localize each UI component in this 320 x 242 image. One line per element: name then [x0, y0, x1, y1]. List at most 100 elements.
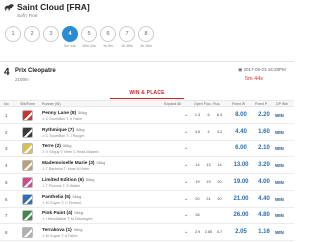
- runner-name[interactable]: Terre (2) 56kg: [42, 143, 72, 149]
- fixed-place-odds[interactable]: 2.10: [254, 145, 274, 151]
- race-button-2[interactable]: 2: [23, 26, 41, 44]
- runner-name[interactable]: Mademoiselle Marie (3) 56kg: [42, 160, 105, 166]
- fixed-win-odds[interactable]: 8.00: [230, 112, 252, 118]
- race-number: 4: [62, 26, 78, 42]
- fixed-win-odds[interactable]: 2.05: [230, 229, 252, 235]
- fixed-place-odds[interactable]: 2.20: [254, 112, 274, 118]
- race-number: 5: [81, 26, 97, 42]
- runner-name-text: Penny Lane (8): [42, 111, 77, 116]
- race-button-6[interactable]: 6 1h 5m: [99, 26, 117, 48]
- dp-win-button[interactable]: WIN: [275, 180, 284, 185]
- runner-name[interactable]: Limited Edition (6) 56kg: [42, 177, 95, 183]
- runner-row[interactable]: 5 Limited Edition (6) 56kg J: T Piccone T: …: [0, 175, 294, 191]
- track-condition: Soft | Fine: [17, 13, 38, 18]
- horse-icon: [4, 4, 14, 11]
- runner-row[interactable]: 3 Terre (2) 56kg J: V Seguy T: Mme C Head-M…: [0, 141, 294, 158]
- race-button-1[interactable]: 1: [4, 26, 22, 44]
- fixed-win-odds[interactable]: 21.00: [230, 196, 252, 202]
- fixed-win-odds[interactable]: 13.00: [230, 162, 252, 168]
- race-button-7[interactable]: 7 1h 46m: [118, 26, 136, 48]
- jockey-silk-icon: [22, 193, 33, 205]
- fixed-place-odds[interactable]: 1.60: [254, 129, 274, 135]
- runner-name[interactable]: Rythmique (7) 56kg: [42, 127, 85, 133]
- jockey-trainer: J: M Guyon T: A Fabre: [42, 233, 78, 238]
- col-runner[interactable]: Runner (W): [42, 102, 61, 106]
- tab-underline: [110, 98, 184, 99]
- race-number: 7: [119, 26, 135, 42]
- chevron-down-icon[interactable]: ⌄: [184, 129, 188, 135]
- runner-row[interactable]: 8 Terrakova (1) 56kg J: M Guyon T: A Fabre ⌄…: [0, 225, 294, 241]
- race-selector: 1 2 3 4 5m 44s 5 35m 44s 6 1h 5m 7 1h 46…: [0, 26, 160, 60]
- chevron-down-icon[interactable]: ⌄: [184, 229, 188, 235]
- runner-number: 7: [5, 213, 8, 219]
- chevron-down-icon[interactable]: ⌄: [184, 145, 188, 151]
- fixed-place-odds[interactable]: 1.16: [254, 229, 274, 235]
- fluc-odds-1: 4: [207, 129, 210, 134]
- runner-row[interactable]: 2 Rythmique (7) 56kg J: C Soumillon T: J Ro…: [0, 125, 294, 141]
- chevron-down-icon[interactable]: ⌄: [184, 162, 188, 168]
- tab-win-place[interactable]: WIN & PLACE: [0, 90, 294, 96]
- dp-win-button[interactable]: WIN: [275, 230, 284, 235]
- col-no[interactable]: No: [4, 102, 9, 106]
- runner-row[interactable]: 4 Mademoiselle Marie (3) 56kg J: T Bachelot…: [0, 158, 294, 175]
- runner-weight: 56kg: [73, 226, 83, 232]
- runner-row[interactable]: 7 Pink Paint (4) 56kg J: I Mendizabal T: M …: [0, 208, 294, 225]
- dp-win-button[interactable]: WIN: [275, 146, 284, 151]
- fluc-odds-1: 13: [206, 163, 211, 168]
- chevron-down-icon[interactable]: ⌄: [76, 3, 82, 11]
- col-fluc: Open Fluc. Fluc.: [194, 102, 221, 106]
- open-odds: 19: [195, 179, 200, 184]
- chevron-down-icon[interactable]: ⌄: [184, 112, 188, 118]
- open-odds: 14: [195, 163, 200, 168]
- runner-name[interactable]: Panthelia (5) 56kg: [42, 194, 81, 200]
- fixed-win-odds[interactable]: 26.00: [230, 212, 252, 218]
- fixed-win-odds[interactable]: 6.00: [230, 145, 252, 151]
- runner-name-text: Terre (2): [42, 144, 61, 150]
- jockey-silk-icon: [22, 110, 33, 121]
- race-datetime-text: 2017-05-23 16:28PM: [243, 67, 286, 72]
- runner-name[interactable]: Penny Lane (8) 56kg: [42, 110, 87, 116]
- runner-number: 8: [5, 229, 8, 235]
- fixed-place-odds[interactable]: 3.20: [254, 162, 274, 168]
- jockey-silk-icon: [22, 143, 33, 155]
- chevron-down-icon[interactable]: ⌄: [184, 196, 188, 202]
- col-silk: Silk/Form: [20, 102, 36, 106]
- runner-name[interactable]: Pink Paint (4) 56kg: [42, 210, 83, 216]
- fluc-odds-2: 4.7: [216, 229, 223, 234]
- col-fixed-place[interactable]: Fixed P: [255, 102, 267, 106]
- fixed-place-odds[interactable]: 4.00: [254, 179, 274, 185]
- jockey-silk-icon: [22, 176, 33, 188]
- race-button-3[interactable]: 3: [42, 26, 60, 44]
- race-button-4[interactable]: 4 5m 44s: [61, 26, 79, 48]
- jockey-silk-icon: [22, 226, 33, 238]
- chevron-down-icon[interactable]: ⌄: [184, 179, 188, 185]
- fluc-odds-2: 20: [217, 196, 222, 201]
- dp-win-button[interactable]: WIN: [275, 197, 284, 202]
- jockey-trainer: J: T Piccone T: S Wattel: [42, 183, 80, 188]
- race-button-5[interactable]: 5 35m 44s: [80, 26, 98, 48]
- open-odds: 4.6: [194, 129, 201, 134]
- runner-row[interactable]: 6 Panthelia (5) 56kg J: M Guyon T: C Ferlan…: [0, 192, 294, 208]
- runner-number: 1: [5, 113, 8, 118]
- runner-name-text: Rythmique (7): [42, 127, 74, 133]
- open-odds: 2.9: [194, 229, 201, 234]
- col-fixed-win[interactable]: Fixed W: [232, 102, 245, 106]
- dp-win-button[interactable]: WIN: [275, 213, 284, 218]
- expand-all-button[interactable]: Expand All: [164, 102, 181, 106]
- fixed-win-odds[interactable]: 19.00: [230, 179, 252, 185]
- race-button-8[interactable]: 8 2h 16m: [137, 26, 155, 48]
- runner-name-text: Panthelia (5): [42, 194, 71, 200]
- chevron-down-icon[interactable]: ⌄: [184, 212, 188, 218]
- fixed-place-odds[interactable]: 4.40: [254, 196, 274, 202]
- fluc-odds-1: 19: [206, 179, 211, 184]
- open-odds: 20: [195, 196, 200, 201]
- runner-number: 3: [5, 146, 8, 152]
- dp-win-button[interactable]: WIN: [275, 113, 284, 118]
- dp-win-button[interactable]: WIN: [275, 130, 284, 135]
- runner-name[interactable]: Terrakova (1) 56kg: [42, 227, 82, 233]
- runner-number: 5: [5, 179, 8, 185]
- fixed-place-odds[interactable]: 4.80: [254, 212, 274, 218]
- runner-row[interactable]: 1 Penny Lane (8) 56kg J: C Soumillon T: A F…: [0, 108, 294, 124]
- dp-win-button[interactable]: WIN: [275, 163, 284, 168]
- fixed-win-odds[interactable]: 4.40: [230, 129, 252, 135]
